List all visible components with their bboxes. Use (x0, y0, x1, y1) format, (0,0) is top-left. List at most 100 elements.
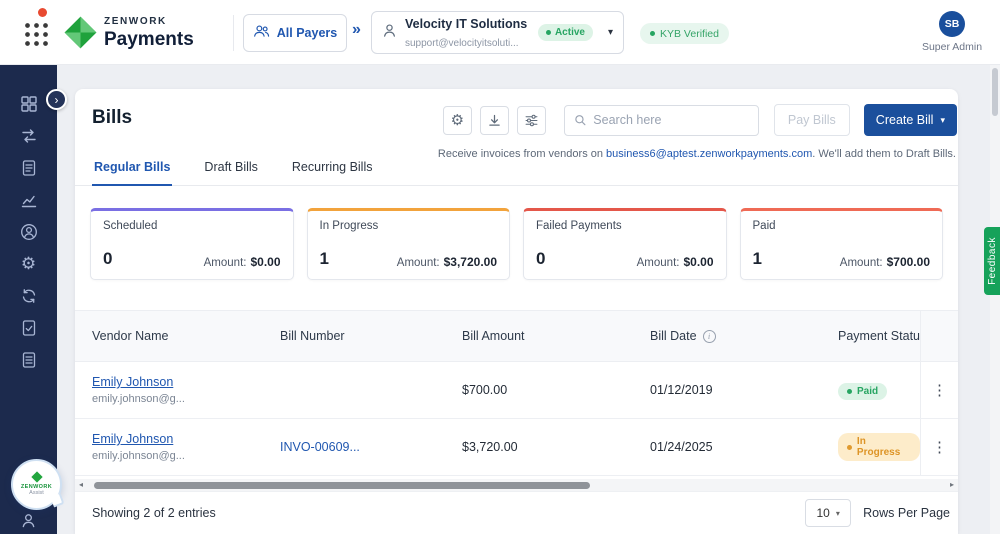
invoice-email: business6@aptest.zenworkpayments.com (606, 148, 812, 160)
kyb-dot-icon (650, 31, 655, 36)
horizontal-scrollbar[interactable]: ◂ ▸ (75, 479, 958, 491)
status-dot-icon (847, 389, 852, 394)
col-bill-date-label: Bill Date (650, 329, 697, 343)
kebab-menu-icon[interactable]: ⋮ (932, 381, 947, 399)
stat-amount-value: $3,720.00 (444, 255, 497, 269)
assist-logo-icon (31, 471, 42, 482)
search-input[interactable] (593, 113, 749, 127)
stat-amount-label: Amount: (204, 257, 247, 269)
notification-dot (38, 8, 47, 17)
stat-card-paid[interactable]: Paid 1 Amount:$700.00 (740, 208, 944, 280)
vertical-scrollbar[interactable] (990, 65, 1000, 534)
stat-card-failed-payments[interactable]: Failed Payments 0 Amount:$0.00 (523, 208, 727, 280)
top-header: ZENWORK Payments All Payers » Velocity I… (0, 0, 1000, 65)
filter-button[interactable] (517, 106, 546, 135)
settings-button[interactable]: ⚙ (443, 106, 472, 135)
all-payers-button[interactable]: All Payers (243, 14, 347, 52)
sidebar-expand-button[interactable]: › (46, 89, 67, 110)
stat-amount-value: $0.00 (250, 255, 280, 269)
sidebar-footer (0, 511, 57, 529)
feedback-tab[interactable]: Feedback (984, 227, 1000, 295)
profile-icon[interactable] (20, 223, 38, 241)
bill-number-link[interactable]: INVO-00609... (280, 440, 462, 454)
bill-amount: $700.00 (462, 383, 650, 397)
zenwork-logo-icon (62, 14, 99, 56)
app-grid-icon[interactable] (23, 21, 49, 47)
bills-tabs: Regular Bills Draft Bills Recurring Bill… (75, 160, 958, 186)
vendor-link[interactable]: Emily Johnson (92, 432, 280, 446)
vendor-link[interactable]: Emily Johnson (92, 375, 280, 389)
stat-amount-value: $0.00 (683, 255, 713, 269)
row-actions: ⋮ (920, 362, 958, 418)
stat-count: 0 (103, 249, 112, 269)
company-info: Velocity IT Solutions support@velocityit… (405, 15, 530, 51)
stat-card-in-progress[interactable]: In Progress 1 Amount:$3,720.00 (307, 208, 511, 280)
reports-icon[interactable] (20, 351, 38, 369)
vendor-email: emily.johnson@g... (92, 393, 280, 405)
payers-icon (253, 24, 270, 43)
table-row: Emily Johnson emily.johnson@g... $700.00… (75, 362, 958, 419)
tab-recurring-bills[interactable]: Recurring Bills (290, 160, 375, 185)
sync-icon[interactable] (20, 287, 38, 305)
stat-label: Scheduled (103, 220, 281, 232)
brand-text: ZENWORK Payments (104, 16, 194, 51)
stat-label: Failed Payments (536, 220, 714, 232)
tab-regular-bills[interactable]: Regular Bills (92, 160, 172, 186)
dashboard-icon[interactable] (20, 95, 38, 113)
rows-per-page-select[interactable]: 10 ▾ (805, 499, 851, 527)
table-footer: Showing 2 of 2 entries 10 ▾ Rows Per Pag… (75, 491, 958, 534)
company-status-badge: Active (538, 24, 593, 41)
chevron-down-icon[interactable]: ▾ (608, 27, 613, 38)
stats-row: Scheduled 0 Amount:$0.00 In Progress 1 A… (90, 208, 943, 280)
row-actions: ⋮ (920, 419, 958, 475)
info-icon[interactable]: i (703, 330, 716, 343)
stat-amount-label: Amount: (840, 257, 883, 269)
scroll-left-icon[interactable]: ◂ (79, 480, 83, 489)
brand-name: ZENWORK (104, 16, 194, 27)
bill-date: 01/12/2019 (650, 383, 838, 397)
company-selector[interactable]: Velocity IT Solutions support@velocityit… (371, 11, 624, 54)
bills-icon[interactable] (20, 159, 38, 177)
chevrons-right-icon[interactable]: » (352, 21, 361, 39)
status-label: In Progress (857, 436, 911, 458)
user-role-label: Super Admin (922, 41, 982, 53)
stat-amount-value: $700.00 (887, 255, 930, 269)
download-button[interactable] (480, 106, 509, 135)
kebab-menu-icon[interactable]: ⋮ (932, 438, 947, 456)
transfers-icon[interactable] (20, 127, 38, 145)
invoice-note: Receive invoices from vendors on busines… (438, 148, 956, 160)
person-icon (382, 23, 397, 43)
col-bill-amount: Bill Amount (462, 329, 650, 343)
vertical-scrollbar-thumb[interactable] (992, 68, 998, 116)
col-actions (920, 311, 958, 361)
pager: 10 ▾ Rows Per Page (805, 499, 950, 527)
create-bill-button[interactable]: Create Bill ▾ (864, 104, 957, 136)
vendor-cell: Emily Johnson emily.johnson@g... (92, 375, 280, 405)
stat-card-scheduled[interactable]: Scheduled 0 Amount:$0.00 (90, 208, 294, 280)
bill-amount: $3,720.00 (462, 440, 650, 454)
search-box (564, 105, 759, 136)
company-name: Velocity IT Solutions (405, 17, 527, 31)
table-header: Vendor Name Bill Number Bill Amount Bill… (75, 310, 958, 362)
status-badge: Paid (838, 383, 887, 400)
vendor-email: emily.johnson@g... (92, 450, 280, 462)
scroll-right-icon[interactable]: ▸ (950, 480, 954, 489)
showing-entries-label: Showing 2 of 2 entries (92, 506, 216, 520)
invoice-note-suffix: . We'll add them to Draft Bills. (812, 148, 956, 160)
pay-bills-button[interactable]: Pay Bills (774, 104, 850, 136)
vendor-cell: Emily Johnson emily.johnson@g... (92, 432, 280, 462)
stat-count: 0 (536, 249, 545, 269)
zenwork-assist-widget[interactable]: ZENWORK Assist (11, 459, 62, 510)
horizontal-scrollbar-thumb[interactable] (94, 482, 590, 489)
tab-draft-bills[interactable]: Draft Bills (202, 160, 259, 185)
analytics-icon[interactable] (20, 191, 38, 209)
approvals-icon[interactable] (20, 319, 38, 337)
status-cell: In Progress (838, 433, 920, 461)
invoice-note-prefix: Receive invoices from vendors on (438, 148, 606, 160)
settings-gear-icon[interactable]: ⚙ (20, 255, 38, 273)
sidebar-nav: ⚙ (0, 65, 57, 369)
status-badge: In Progress (838, 433, 920, 461)
status-cell: Paid (838, 381, 920, 400)
account-icon[interactable] (20, 511, 38, 529)
avatar[interactable]: SB (939, 11, 965, 37)
